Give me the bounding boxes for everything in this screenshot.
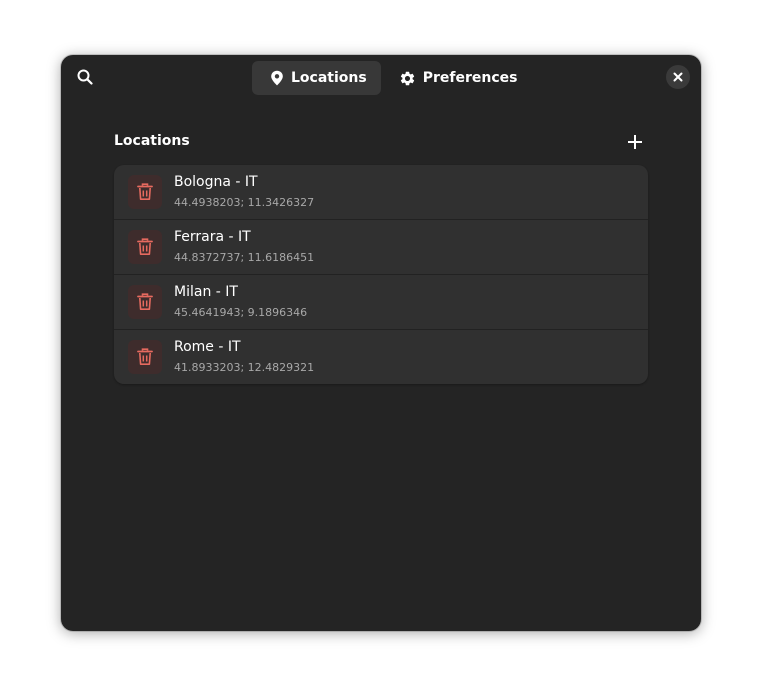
tab-preferences-label: Preferences xyxy=(422,70,518,86)
gear-icon xyxy=(399,70,416,87)
map-pin-icon xyxy=(270,70,284,86)
list-item: Ferrara - IT 44.8372737; 11.6186451 xyxy=(114,220,648,275)
trash-icon xyxy=(137,183,153,200)
list-item: Milan - IT 45.4641943; 9.1896346 xyxy=(114,275,648,330)
tab-locations-label: Locations xyxy=(291,70,367,86)
add-location-button[interactable] xyxy=(622,129,648,155)
delete-location-button[interactable] xyxy=(128,285,162,319)
delete-location-button[interactable] xyxy=(128,175,162,209)
location-coordinates: 44.4938203; 11.3426327 xyxy=(174,196,315,209)
list-item: Bologna - IT 44.4938203; 11.3426327 xyxy=(114,165,648,220)
location-name: Milan - IT xyxy=(174,284,238,300)
close-icon xyxy=(673,72,683,82)
location-coordinates: 45.4641943; 9.1896346 xyxy=(174,306,308,319)
view-switcher: Locations Preferences xyxy=(252,61,531,95)
location-coordinates: 41.8933203; 12.4829321 xyxy=(174,361,315,374)
location-name: Rome - IT xyxy=(174,339,241,355)
close-button[interactable] xyxy=(666,65,690,89)
trash-icon xyxy=(137,238,153,255)
section-title: Locations xyxy=(114,133,190,149)
app-window: Locations Preferences Locations Bologna … xyxy=(61,55,701,631)
list-item: Rome - IT 41.8933203; 12.4829321 xyxy=(114,330,648,384)
tab-preferences[interactable]: Preferences xyxy=(381,61,532,95)
trash-icon xyxy=(137,293,153,310)
header-bar: Locations Preferences xyxy=(61,55,701,101)
plus-icon xyxy=(628,135,642,149)
locations-list: Bologna - IT 44.4938203; 11.3426327 Ferr… xyxy=(114,165,648,384)
location-name: Bologna - IT xyxy=(174,174,258,190)
search-icon xyxy=(77,69,93,85)
search-button[interactable] xyxy=(71,63,99,91)
trash-icon xyxy=(137,348,153,365)
location-coordinates: 44.8372737; 11.6186451 xyxy=(174,251,315,264)
locations-section-header: Locations xyxy=(114,129,648,155)
delete-location-button[interactable] xyxy=(128,230,162,264)
delete-location-button[interactable] xyxy=(128,340,162,374)
tab-locations[interactable]: Locations xyxy=(252,61,381,95)
location-name: Ferrara - IT xyxy=(174,229,251,245)
